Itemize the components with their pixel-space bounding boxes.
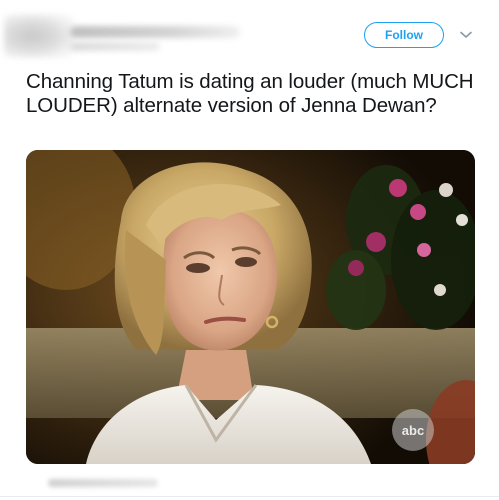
interview-still	[26, 150, 475, 464]
follow-button[interactable]: Follow	[364, 22, 444, 48]
user-handle-redacted[interactable]	[70, 42, 160, 51]
chevron-down-icon[interactable]	[457, 26, 475, 44]
display-name-redacted[interactable]	[70, 26, 240, 38]
divider	[0, 496, 499, 497]
tweet-text: Channing Tatum is dating an louder (much…	[26, 70, 474, 117]
footer-text-redacted	[48, 479, 158, 487]
chevron-glyph	[460, 31, 472, 38]
avatar[interactable]	[4, 14, 74, 58]
tweet-media-image[interactable]	[26, 150, 475, 464]
tweet-card: Follow Channing Tatum is dating an loude…	[0, 0, 499, 500]
